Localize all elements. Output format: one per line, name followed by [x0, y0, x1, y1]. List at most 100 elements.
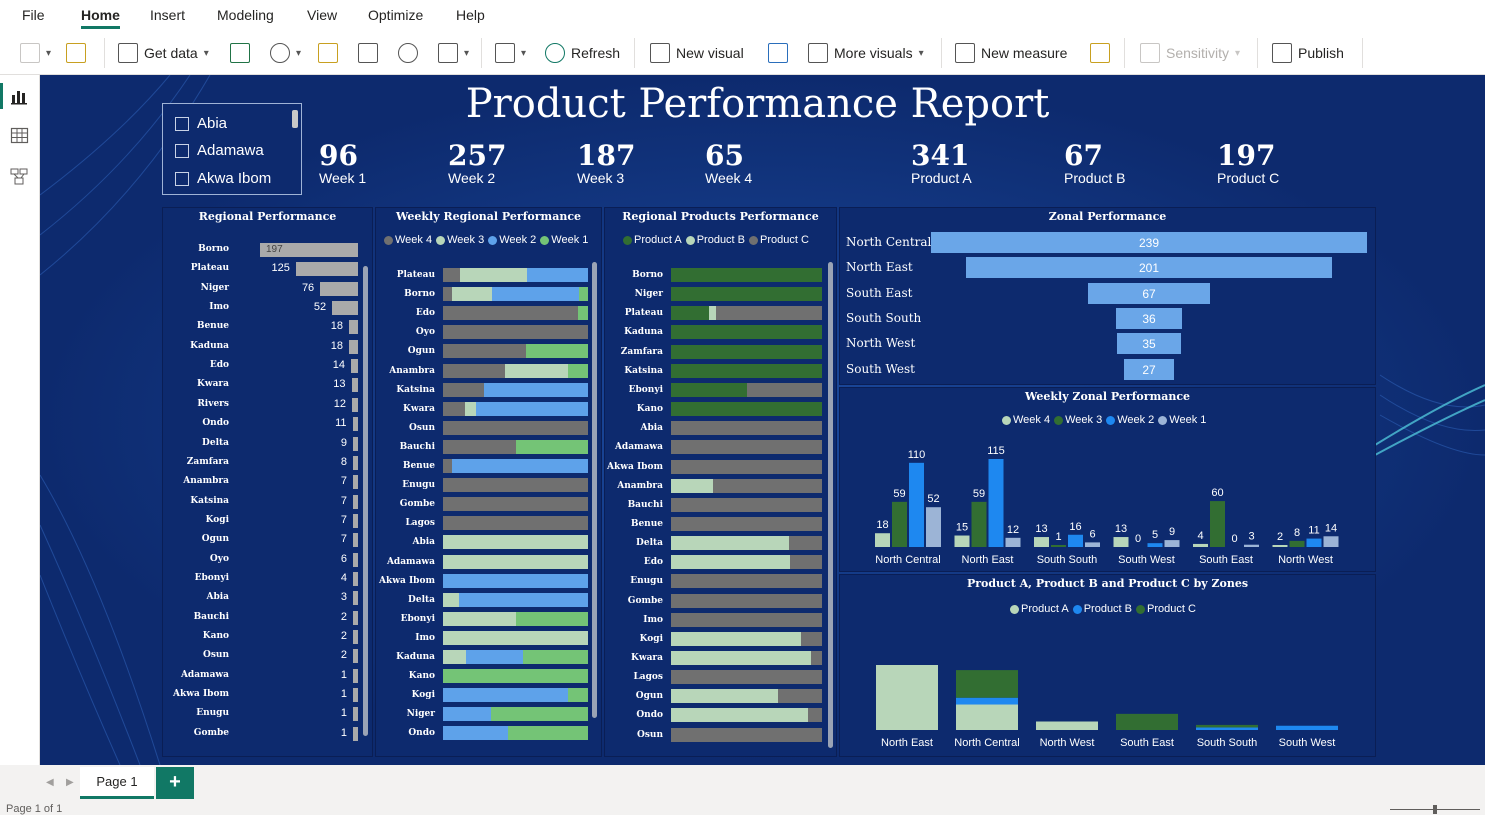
previous-page-icon[interactable]: ◀: [46, 777, 54, 788]
state-slicer[interactable]: Abia Adamawa Akwa Ibom: [162, 103, 302, 195]
menu-file[interactable]: File: [22, 7, 45, 23]
kpi-card[interactable]: 96 Week 1: [319, 139, 366, 186]
table-view-button[interactable]: [10, 127, 30, 145]
row-label: Kwara: [403, 403, 435, 414]
quick-measure-button[interactable]: [1090, 40, 1110, 66]
bar-segment: [567, 363, 588, 378]
more-visuals-button[interactable]: More visuals ▾: [808, 40, 924, 66]
menu-modeling[interactable]: Modeling: [217, 7, 274, 23]
zoom-slider-handle[interactable]: [1433, 805, 1437, 814]
kpi-card[interactable]: 257 Week 2: [448, 139, 506, 186]
row-label: Bauchi: [399, 441, 435, 452]
checkbox[interactable]: [175, 143, 189, 158]
chart-scrollbar[interactable]: [592, 262, 597, 718]
paste-button[interactable]: ▾: [20, 40, 51, 66]
chart-scrollbar[interactable]: [363, 266, 368, 736]
sql-icon: [318, 43, 338, 63]
format-painter-button[interactable]: [66, 40, 86, 66]
transform-data-button[interactable]: ▾: [495, 40, 526, 66]
bar-segment: [671, 268, 822, 282]
data-label: 7: [340, 513, 347, 526]
row-label: Ebonyi: [194, 572, 229, 583]
data-label: 6: [1089, 528, 1095, 540]
sql-button[interactable]: [318, 40, 338, 66]
excel-button[interactable]: [230, 40, 250, 66]
weekly-regional-performance-chart[interactable]: Weekly Regional Performance Week 4 Week …: [375, 207, 602, 757]
regional-products-performance-chart[interactable]: Regional Products Performance Product A …: [604, 207, 837, 757]
bar-segment: [466, 650, 523, 664]
products-by-zones-chart[interactable]: Product A, Product B and Product C by Zo…: [839, 574, 1376, 757]
menu-view[interactable]: View: [307, 7, 337, 23]
bar-segment: [443, 726, 509, 741]
slicer-option[interactable]: Akwa Ibom: [175, 170, 271, 187]
page-tab[interactable]: Page 1: [80, 767, 154, 799]
kpi-card[interactable]: 197 Product C: [1217, 139, 1279, 186]
column: [1210, 501, 1225, 547]
add-page-button[interactable]: +: [156, 767, 194, 799]
kpi-card[interactable]: 65 Week 4: [705, 139, 752, 186]
get-data-button[interactable]: Get data ▾: [118, 40, 209, 66]
ribbon-separator: [941, 38, 942, 68]
data-label: 1: [1055, 531, 1061, 543]
bar-segment: [443, 401, 465, 416]
dataverse-button[interactable]: [398, 40, 418, 66]
menu-help[interactable]: Help: [456, 7, 485, 23]
table-icon: [10, 127, 29, 144]
refresh-button[interactable]: Refresh: [545, 40, 620, 66]
legend-marker: [488, 235, 498, 245]
view-switcher: [0, 75, 40, 765]
recent-sources-button[interactable]: ▾: [438, 40, 469, 66]
quick-measure-icon: [1090, 43, 1110, 63]
weekly-zonal-performance-chart[interactable]: Weekly Zonal Performance Week 4 Week 3 W…: [839, 387, 1376, 572]
legend-label: Week 1: [551, 234, 589, 246]
menu-insert[interactable]: Insert: [150, 7, 185, 23]
row-label: Osun: [637, 729, 663, 740]
kpi-card[interactable]: 187 Week 3: [577, 139, 635, 186]
get-data-label: Get data: [144, 45, 198, 61]
menu-home[interactable]: Home: [81, 7, 120, 23]
new-visual-button[interactable]: New visual: [650, 40, 744, 66]
column: [1306, 538, 1322, 547]
bar-segment: [671, 612, 822, 627]
regional-performance-chart[interactable]: Regional Performance Borno 197 Plateau 125 N…: [162, 207, 373, 757]
bar: [353, 630, 358, 644]
ribbon-separator: [634, 38, 635, 68]
report-view-button[interactable]: [0, 83, 30, 109]
row-label: Kano: [202, 631, 229, 641]
publish-button[interactable]: Publish: [1272, 40, 1344, 66]
row-label: Oyo: [209, 553, 229, 564]
slicer-option-label: Adamawa: [197, 142, 264, 159]
kpi-label: Product C: [1217, 170, 1280, 186]
slicer-scrollbar[interactable]: [292, 110, 298, 128]
kpi-value: 187: [577, 139, 636, 172]
enter-data-button[interactable]: [358, 40, 378, 66]
zonal-performance-chart[interactable]: Zonal Performance North Central 239 North …: [839, 207, 1376, 385]
sensitivity-button[interactable]: Sensitivity ▾: [1140, 40, 1240, 66]
checkbox[interactable]: [175, 116, 189, 131]
model-view-button[interactable]: [10, 167, 30, 185]
bar-segment: [443, 344, 526, 359]
text-box-button[interactable]: [768, 40, 788, 66]
bar-segment: [811, 651, 822, 665]
chevron-down-icon: ▾: [464, 47, 470, 59]
data-label: 15: [956, 522, 968, 534]
checkbox[interactable]: [175, 171, 189, 186]
bar-segment: [808, 708, 822, 723]
category-label: North Central: [875, 554, 940, 566]
next-page-icon[interactable]: ▶: [66, 777, 74, 788]
menu-optimize[interactable]: Optimize: [368, 7, 423, 23]
row-label: Bauchi: [193, 611, 229, 622]
slicer-option[interactable]: Adamawa: [175, 142, 264, 159]
new-measure-button[interactable]: New measure: [955, 40, 1067, 66]
paste-icon: [20, 43, 40, 63]
legend-label: Product B: [696, 234, 746, 246]
column: [1164, 540, 1180, 547]
data-label: 59: [893, 488, 905, 500]
row-label: Ogun: [635, 691, 663, 702]
onelake-button[interactable]: ▾: [270, 40, 301, 66]
row-label: South West: [846, 361, 915, 376]
kpi-card[interactable]: 341 Product A: [911, 139, 972, 186]
kpi-card[interactable]: 67 Product B: [1064, 139, 1125, 186]
chart-scrollbar[interactable]: [828, 262, 833, 748]
slicer-option[interactable]: Abia: [175, 115, 227, 132]
